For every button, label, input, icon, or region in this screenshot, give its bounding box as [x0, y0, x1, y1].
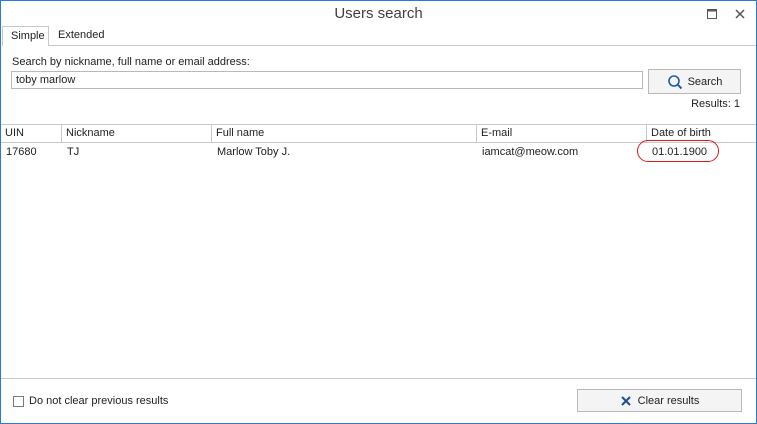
magnifier-icon: [667, 74, 682, 89]
cell-uin: 17680: [6, 146, 37, 158]
search-input[interactable]: [11, 71, 643, 89]
column-header-nickname[interactable]: Nickname: [62, 125, 212, 142]
clear-results-label: Clear results: [637, 394, 700, 407]
cell-full-name: Marlow Toby J.: [217, 146, 291, 158]
results-count: Results: 1: [691, 98, 740, 110]
footer-bar: Do not clear previous results Clear resu…: [1, 378, 756, 424]
maximize-icon: [707, 9, 717, 19]
clear-results-button[interactable]: Clear results: [577, 389, 742, 412]
cell-nickname: TJ: [67, 146, 80, 158]
tab-strip: Simple Extended: [1, 25, 756, 47]
close-icon: [735, 9, 745, 19]
title-bar: Users search: [1, 1, 756, 27]
highlight-circle: [637, 140, 719, 162]
tab-divider: [49, 45, 756, 46]
tab-simple[interactable]: Simple: [2, 26, 49, 46]
close-button[interactable]: [733, 7, 747, 21]
users-search-window: Users search Simple Extended Search by n…: [0, 0, 757, 424]
column-header-full-name[interactable]: Full name: [212, 125, 477, 142]
keep-results-checkbox[interactable]: [13, 395, 24, 407]
search-label: Search by nickname, full name or email a…: [12, 56, 250, 68]
results-grid: UIN Nickname Full name E-mail Date of bi…: [1, 124, 756, 379]
keep-results-label: Do not clear previous results: [29, 395, 169, 407]
keep-results-option[interactable]: Do not clear previous results: [13, 395, 168, 407]
tab-extended[interactable]: Extended: [58, 26, 118, 46]
search-button[interactable]: Search: [648, 69, 741, 94]
window-title: Users search: [334, 5, 423, 22]
column-header-uin[interactable]: UIN: [1, 125, 62, 142]
column-header-email[interactable]: E-mail: [477, 125, 647, 142]
cell-email: iamcat@meow.com: [482, 146, 579, 158]
x-icon: [620, 395, 631, 406]
search-button-label: Search: [687, 75, 723, 88]
maximize-button[interactable]: [705, 7, 719, 21]
